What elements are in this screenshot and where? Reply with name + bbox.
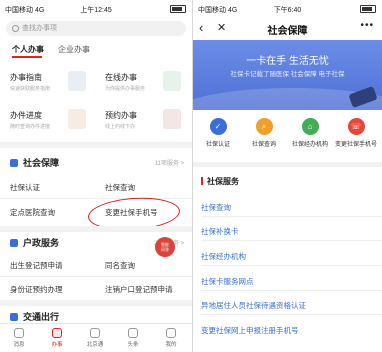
link-change-registered-phone[interactable]: 变更社保网上申报注册手机号 (201, 325, 299, 336)
section-title-household: 户政服务 (10, 236, 59, 249)
tab-headlines[interactable]: 头条 (114, 324, 152, 348)
search-input[interactable]: 查找办事项 (6, 21, 186, 36)
card-title: 在线办事 (105, 73, 137, 82)
computer-icon (163, 71, 181, 91)
card-title: 办件进度 (10, 111, 42, 120)
quick-actions: ✓ 社保认证 ⌕ 社保查询 ⌂ 社保经办机构 ☏ 变更社保手机号 (193, 116, 382, 158)
card-service-guide[interactable]: 办事指南 快速获取服务指南 (4, 66, 90, 98)
document-icon (68, 71, 86, 91)
card-title: 办事指南 (10, 73, 42, 82)
card-progress[interactable]: 办件进度 随时查询办件进度 (4, 104, 90, 136)
row-divider (201, 314, 382, 315)
tab-affairs[interactable]: 办事 (38, 324, 76, 348)
card-title: 预约办事 (105, 111, 137, 120)
row-divider (201, 240, 382, 241)
section-separator (193, 162, 382, 167)
social-item-hospital-query[interactable]: 定点医院查询 (10, 207, 55, 218)
tab-beijing-tong[interactable]: 北京通 (76, 324, 114, 348)
tab-corporate-affairs[interactable]: 企业办事 (58, 44, 90, 55)
battery-icon (170, 5, 186, 13)
right-phone-screen: 中国移动 4G 下午6:40 ‹ ✕ 社会保障 ••• 一卡在手 生活无忧 社保… (193, 0, 382, 352)
household-item-id-card-appointment[interactable]: 身份证预约办理 (10, 284, 63, 295)
phone-icon: ☏ (347, 118, 365, 135)
tab-me[interactable]: 我的 (152, 324, 190, 348)
active-tab-indicator (12, 56, 42, 58)
page-title: 社会保障 (267, 26, 308, 37)
tab-personal-affairs[interactable]: 个人办事 (12, 44, 44, 55)
battery-icon (360, 5, 376, 13)
link-agency[interactable]: 社保经办机构 (201, 251, 246, 262)
household-item-deregistration[interactable]: 注销户口登记预申请 (105, 284, 173, 295)
tab-messages[interactable]: 消息 (0, 324, 38, 348)
card-online-service[interactable]: 在线办事 为你提供办事服务 (99, 66, 185, 98)
search-icon (12, 25, 19, 32)
row-divider (201, 290, 382, 291)
status-time: 下午6:40 (273, 7, 302, 14)
card-subtitle: 快速获取服务指南 (10, 86, 51, 92)
social-item-certification[interactable]: 社保认证 (10, 182, 40, 193)
heading-accent (201, 177, 203, 185)
briefcase-icon (52, 328, 62, 338)
quick-query-button[interactable]: ⌕ 社保查询 (242, 118, 286, 148)
banner-subtitle: 社保卡记载了随医保 社会保障 电子社保 (230, 71, 345, 78)
card-appointment[interactable]: 预约办事 线上约线下办 (99, 104, 185, 136)
link-remote-residence-certification[interactable]: 异地居住人员社保待遇资格认证 (201, 300, 306, 311)
section-title-transport: 交通出行 (10, 310, 59, 323)
user-icon (166, 328, 176, 338)
search-icon: ⌕ (255, 118, 273, 135)
smart-qa-button[interactable]: 智能 问答 (155, 237, 175, 257)
card-subtitle: 随时查询办件进度 (10, 124, 51, 130)
row-divider (0, 276, 192, 277)
card-subtitle: 为你提供办事服务 (105, 86, 146, 92)
temple-icon (90, 328, 100, 338)
left-phone-screen: 中国移动 4G 上午12:45 查找办事项 个人办事 企业办事 办事指南 快速获… (0, 0, 192, 352)
calendar-icon (163, 109, 181, 129)
card-subtitle: 线上约线下办 (105, 124, 136, 130)
location-icon (128, 328, 138, 338)
social-services-heading: 社保服务 (201, 176, 239, 187)
banner-title: 一卡在手 生活无忧 (246, 56, 329, 67)
person-check-icon: ✓ (209, 118, 227, 135)
status-bar: 中国移动 4G 下午6:40 (193, 0, 382, 18)
section-separator (0, 300, 192, 306)
section-separator (0, 142, 192, 148)
social-more-link[interactable]: 11项服务 > (155, 158, 184, 167)
link-card-outlets[interactable]: 社保卡服务网点 (201, 276, 254, 287)
shield-icon (10, 159, 18, 167)
bottom-tab-bar: 消息 办事 北京通 头条 我的 (0, 323, 192, 352)
building-icon: ⌂ (301, 118, 319, 135)
navigation-bar: ‹ ✕ 社会保障 ••• (193, 18, 382, 40)
household-item-name-query[interactable]: 同名查询 (105, 260, 135, 271)
status-time: 上午12:45 (80, 7, 112, 14)
promo-banner[interactable]: 一卡在手 生活无忧 社保卡记载了随医保 社会保障 电子社保 (193, 40, 382, 110)
message-icon (14, 328, 24, 338)
id-card-icon (10, 239, 18, 247)
link-social-query[interactable]: 社保查询 (201, 202, 231, 213)
quick-agency-button[interactable]: ⌂ 社保经办机构 (288, 118, 332, 148)
row-divider (201, 216, 382, 217)
status-bar: 中国移动 4G 上午12:45 (0, 0, 192, 18)
car-icon (10, 313, 18, 321)
progress-icon (68, 109, 86, 129)
robot-label-line2: 问答 (161, 247, 169, 252)
quick-change-phone-button[interactable]: ☏ 变更社保手机号 (334, 118, 378, 148)
more-menu-button[interactable]: ••• (360, 20, 374, 31)
section-separator (0, 226, 192, 232)
social-item-query[interactable]: 社保查询 (105, 182, 135, 193)
quick-certification-button[interactable]: ✓ 社保认证 (196, 118, 240, 148)
section-title-social-security: 社会保障 (10, 156, 59, 169)
search-placeholder: 查找办事项 (22, 25, 57, 32)
household-item-birth-registration[interactable]: 出生登记预申请 (10, 260, 63, 271)
row-divider (201, 265, 382, 266)
link-card-replacement[interactable]: 社保补换卡 (201, 226, 239, 237)
